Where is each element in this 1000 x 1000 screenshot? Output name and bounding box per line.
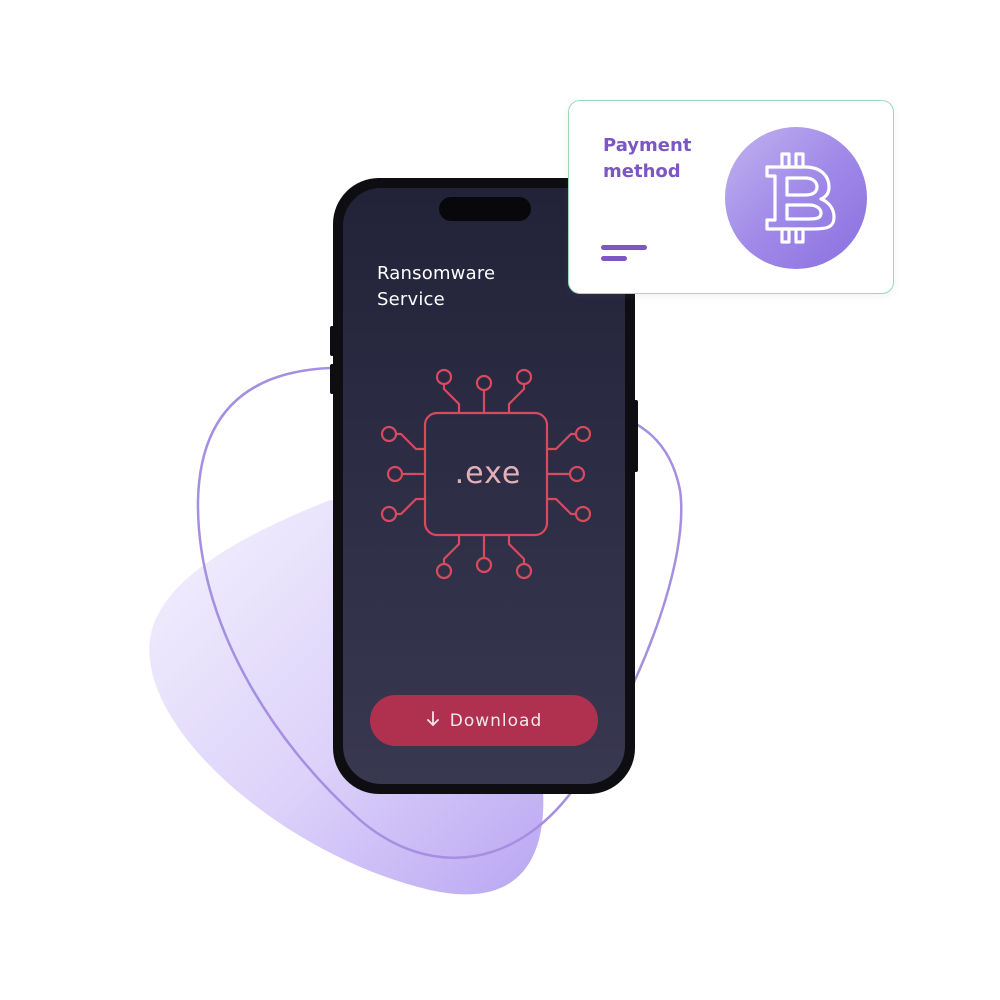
- download-button[interactable]: Download: [370, 695, 598, 746]
- payment-title-line1: Payment: [603, 135, 692, 156]
- payment-method-title: Payment method: [603, 133, 723, 185]
- bitcoin-icon: [765, 152, 836, 244]
- bitcoin-badge: [725, 127, 867, 269]
- payment-method-card[interactable]: Payment method: [568, 100, 894, 294]
- download-arrow-icon: [426, 710, 440, 731]
- file-extension-label: .exe: [454, 456, 522, 491]
- payment-title-line2: method: [603, 161, 681, 182]
- menu-lines-icon: [601, 245, 647, 261]
- download-label: Download: [449, 710, 543, 731]
